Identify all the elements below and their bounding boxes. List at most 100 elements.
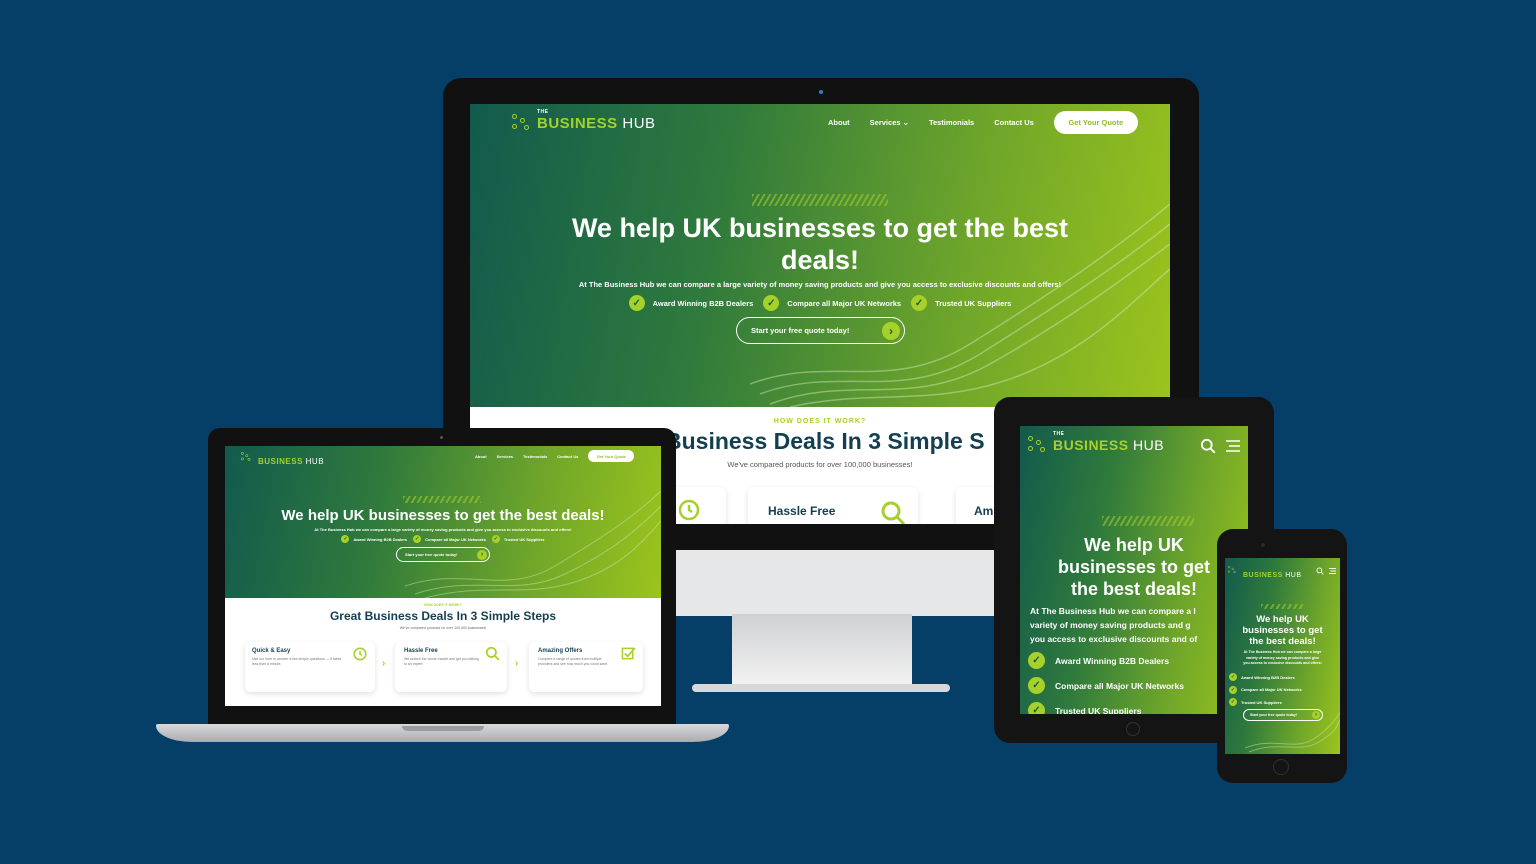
step-card-title: Quick & Easy — [252, 648, 291, 654]
bullet-item: ✓ Trusted UK Suppliers — [491, 535, 545, 543]
nav-about[interactable]: About — [475, 454, 487, 459]
tablet-hero-title-line2: businesses to get — [1057, 557, 1211, 577]
check-icon: ✓ — [911, 295, 928, 311]
bullet-label: Award Winning B2B Dealers — [1241, 674, 1295, 680]
check-icon: ✓ — [1229, 685, 1237, 694]
monitor-base — [692, 684, 950, 692]
logo-mark-icon — [1028, 436, 1048, 454]
check-icon: ✓ — [763, 295, 780, 311]
bullet-label: Award Winning B2B Dealers — [652, 298, 754, 308]
phone-home-button — [1273, 759, 1289, 775]
clock-icon — [678, 499, 700, 521]
bullet-label: Compare all Major UK Networks — [1241, 687, 1302, 693]
desktop-hero: THE BUSINESS HUB About Services ⌄ Testim… — [470, 104, 1170, 407]
chevron-down-icon: ⌄ — [902, 117, 909, 127]
start-quote-button[interactable]: Start your free quote today! › — [1243, 709, 1323, 721]
check-icon: ✓ — [628, 295, 645, 311]
laptop-screen: BUSINESS HUB About Services Testimonials… — [225, 446, 661, 706]
bullet-label: Compare all Major UK Networks — [787, 298, 902, 308]
nav-testimonials[interactable]: Testimonials — [929, 118, 974, 127]
steps-subtitle: We've compared products for over 100,000… — [399, 626, 487, 630]
check-icon: ✓ — [1028, 652, 1045, 669]
phone-hero-title-line3: the best deals! — [1249, 636, 1316, 647]
phone-sub-line2: variety of money saving products and giv… — [1246, 655, 1319, 660]
start-quote-label: Start your free quote today! — [1250, 713, 1298, 717]
laptop-nav: About Services Testimonials Contact Us G… — [475, 450, 635, 462]
logo-business: BUSINESS — [537, 114, 618, 132]
check-icon: ✓ — [1028, 702, 1045, 714]
search-icon — [485, 646, 500, 661]
tablet-hero-bullets: ✓ Award Winning B2B Dealers ✓ Compare all … — [1028, 648, 1184, 714]
laptop-camera — [440, 436, 443, 439]
step-card: Hassle Free We search the whole market a… — [395, 642, 507, 692]
desktop-hero-bullets: ✓ Award Winning B2B Dealers ✓ Compare all … — [490, 295, 1150, 311]
desktop-hero-title: We help UK businesses to get the best de… — [490, 212, 1150, 276]
nav-contact[interactable]: Contact Us — [557, 454, 578, 459]
check-icon: ✓ — [1028, 677, 1045, 694]
laptop-steps-section: HOW DOES IT WORK? Great Business Deals I… — [225, 598, 661, 706]
nav-services[interactable]: Services ⌄ — [870, 118, 909, 127]
laptop-steps-title: Great Business Deals In 3 Simple Steps — [329, 609, 557, 623]
check-icon: ✓ — [491, 535, 500, 543]
tablet-screen: THE BUSINESS HUB We help UK businesses t… — [1020, 426, 1248, 714]
logo-hub: HUB — [1132, 437, 1165, 453]
clock-icon — [353, 647, 367, 661]
title-stripes-decoration — [752, 194, 888, 206]
title-stripes-decoration — [403, 496, 481, 503]
tablet-hero-title-line3: the best deals! — [1070, 579, 1198, 599]
start-quote-button[interactable]: Start your free quote today! › — [736, 317, 905, 344]
search-icon[interactable] — [1316, 567, 1324, 575]
tablet-sub-line3: you access to exclusive discounts and of — [1030, 634, 1198, 644]
step-card-title: Hassle Free — [404, 648, 438, 654]
logo-the: THE — [1053, 431, 1065, 437]
laptop-logo[interactable]: BUSINESS HUB — [241, 452, 324, 470]
monitor-camera — [819, 90, 823, 94]
desktop-logo[interactable]: THE BUSINESS HUB — [512, 109, 656, 132]
laptop-notch — [402, 726, 484, 731]
bullet-label: Award Winning B2B Dealers — [1055, 655, 1170, 666]
tablet-sub-line2: variety of money saving products and g — [1030, 620, 1191, 630]
chevron-right-icon: › — [515, 658, 519, 669]
nav-contact[interactable]: Contact Us — [994, 118, 1034, 127]
bullet-item: ✓ Award Winning B2B Dealers — [1229, 671, 1302, 684]
logo-mark-icon — [512, 114, 532, 132]
nav-about[interactable]: About — [828, 118, 850, 127]
bullet-item: ✓ Award Winning B2B Dealers — [341, 535, 407, 543]
get-quote-button[interactable]: Get Your Quote — [1053, 110, 1138, 134]
phone-hero-subtitle: At The Business Hub we can compare a lar… — [1225, 650, 1340, 667]
tablet-logo[interactable]: THE BUSINESS HUB — [1028, 431, 1165, 454]
phone-hero-title-line2: businesses to get — [1242, 625, 1323, 636]
bullet-label: Award Winning B2B Dealers — [353, 536, 408, 542]
tablet-hero-subtitle: At The Business Hub we can compare a l v… — [1030, 604, 1248, 646]
search-icon[interactable] — [1200, 438, 1216, 454]
menu-icon[interactable] — [1226, 440, 1240, 452]
tablet-home-button — [1126, 722, 1140, 736]
get-quote-button[interactable]: Get Your Quote — [588, 450, 635, 462]
chevron-right-icon: › — [382, 658, 386, 669]
laptop-hero-subtitle: At The Business Hub we can compare a lar… — [314, 527, 572, 532]
search-icon — [881, 501, 906, 524]
menu-icon[interactable] — [1329, 568, 1336, 574]
bullet-item: ✓ Compare all Major UK Networks — [763, 295, 901, 311]
logo-mark-icon — [1228, 566, 1236, 574]
phone-sub-line3: you access to exclusive discounts and of… — [1243, 661, 1322, 665]
nav-services[interactable]: Services — [497, 454, 513, 459]
nav-services-label: Services — [869, 117, 901, 127]
logo-the: THE — [537, 108, 549, 115]
steps-eyebrow: HOW DOES IT WORK? — [424, 603, 462, 607]
laptop-hero: BUSINESS HUB About Services Testimonials… — [225, 446, 661, 598]
phone-hero-title-line1: We help UK — [1256, 614, 1309, 625]
phone-logo[interactable]: BUSINESS HUB — [1228, 566, 1302, 584]
bullet-item: ✓ Compare all Major UK Networks — [1028, 673, 1184, 698]
logo-business: BUSINESS — [1243, 571, 1283, 579]
start-quote-button[interactable]: Start your free quote today! › — [396, 547, 490, 562]
logo-mark-icon — [241, 452, 251, 462]
logo-business: BUSINESS — [1053, 437, 1129, 453]
nav-testimonials[interactable]: Testimonials — [523, 454, 547, 459]
start-quote-label: Start your free quote today! — [405, 552, 458, 557]
arrow-right-icon: › — [477, 549, 487, 560]
bullet-item: ✓ Award Winning B2B Dealers — [628, 295, 754, 311]
step-card: Amazing Offers Compare a range of quotes… — [529, 642, 643, 692]
check-icon: ✓ — [1229, 698, 1237, 707]
laptop-base — [156, 724, 729, 742]
